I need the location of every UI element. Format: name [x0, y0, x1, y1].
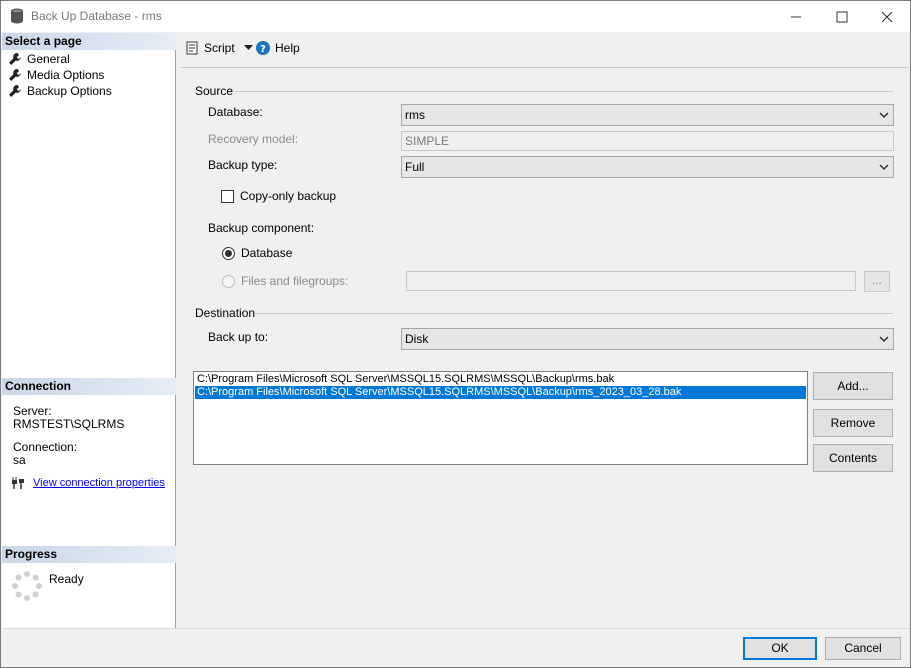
- recovery-model-field: SIMPLE: [401, 131, 894, 151]
- progress-status: Ready: [49, 572, 84, 586]
- copy-only-label: Copy-only backup: [240, 189, 337, 203]
- backup-database-dialog: Back Up Database - rms Select a page Gen…: [0, 0, 911, 668]
- progress-spinner-icon: [12, 571, 42, 601]
- window-title: Back Up Database - rms: [31, 9, 162, 23]
- page-item-label: Media Options: [27, 68, 105, 82]
- radio-button[interactable]: [222, 246, 235, 260]
- destination-file-list[interactable]: C:\Program Files\Microsoft SQL Server\MS…: [193, 371, 808, 465]
- page-item-general[interactable]: General: [8, 51, 70, 67]
- footer-divider: [2, 628, 910, 629]
- script-button[interactable]: Script: [185, 39, 253, 57]
- left-pane: Select a page General Media Options Back…: [2, 33, 176, 628]
- connection-header: Connection: [2, 378, 176, 395]
- back-up-to-value: Disk: [405, 332, 429, 346]
- database-icon: [10, 8, 24, 27]
- add-button[interactable]: Add...: [813, 372, 893, 400]
- destination-divider: [255, 313, 893, 314]
- cancel-button[interactable]: Cancel: [825, 637, 901, 660]
- chevron-down-icon: [875, 329, 893, 349]
- general-page: Source Database: rms Recovery model: SIM…: [178, 69, 910, 627]
- svg-text:?: ?: [260, 44, 266, 55]
- page-item-media-options[interactable]: Media Options: [8, 67, 104, 83]
- connection-plug-icon: [12, 477, 24, 489]
- backup-type-label: Backup type:: [208, 158, 278, 172]
- help-label: Help: [275, 41, 300, 55]
- server-value: RMSTEST\SQLRMS: [13, 417, 125, 431]
- maximize-button[interactable]: [819, 1, 865, 32]
- connection-label: Connection:: [13, 440, 78, 454]
- component-database-label: Database: [241, 246, 293, 260]
- page-item-backup-options[interactable]: Backup Options: [8, 83, 112, 99]
- wrench-icon: [9, 85, 21, 97]
- filegroups-field: [406, 271, 856, 291]
- title-bar: Back Up Database - rms: [1, 1, 910, 32]
- checkbox-box[interactable]: [221, 189, 234, 203]
- toolbar: Script ? Help: [177, 33, 910, 63]
- help-button[interactable]: ? Help: [256, 39, 300, 57]
- back-up-to-combo[interactable]: Disk: [401, 328, 894, 350]
- radio-button[interactable]: [222, 274, 235, 288]
- backup-type-combo[interactable]: Full: [401, 156, 894, 178]
- source-divider: [235, 91, 893, 92]
- contents-button[interactable]: Contents: [813, 444, 893, 472]
- select-page-header: Select a page: [2, 33, 176, 50]
- script-icon: [186, 41, 198, 55]
- toolbar-divider: [181, 67, 909, 68]
- script-label: Script: [204, 41, 235, 55]
- page-item-label: Backup Options: [27, 84, 112, 98]
- destination-group-label: Destination: [195, 306, 256, 320]
- component-files-label: Files and filegroups:: [241, 274, 349, 288]
- filegroups-browse-button[interactable]: ...: [864, 271, 890, 292]
- component-files-radio[interactable]: Files and filegroups:: [222, 274, 348, 288]
- database-label: Database:: [208, 105, 263, 119]
- view-connection-link[interactable]: View connection properties: [33, 477, 165, 489]
- database-combo[interactable]: rms: [401, 104, 894, 126]
- database-value: rms: [405, 108, 425, 122]
- progress-header: Progress: [2, 546, 176, 563]
- copy-only-checkbox[interactable]: Copy-only backup: [221, 189, 336, 203]
- connection-value: sa: [13, 453, 26, 467]
- component-database-radio[interactable]: Database: [222, 246, 292, 260]
- page-item-label: General: [27, 52, 70, 66]
- list-item[interactable]: C:\Program Files\Microsoft SQL Server\MS…: [195, 386, 806, 399]
- backup-type-value: Full: [405, 160, 425, 174]
- backup-component-label: Backup component:: [208, 221, 315, 235]
- help-icon: ?: [256, 41, 270, 55]
- close-button[interactable]: [864, 1, 910, 32]
- chevron-down-icon: [875, 157, 893, 177]
- ok-button[interactable]: OK: [743, 637, 817, 660]
- list-item[interactable]: C:\Program Files\Microsoft SQL Server\MS…: [195, 373, 806, 386]
- view-connection-properties[interactable]: View connection properties: [11, 476, 165, 490]
- dropdown-arrow-icon[interactable]: [243, 45, 253, 51]
- recovery-model-label: Recovery model:: [208, 132, 299, 146]
- wrench-icon: [9, 53, 21, 65]
- server-label: Server:: [13, 404, 52, 418]
- source-group-label: Source: [195, 84, 234, 98]
- chevron-down-icon: [875, 105, 893, 125]
- remove-button[interactable]: Remove: [813, 409, 893, 437]
- wrench-icon: [9, 69, 21, 81]
- minimize-button[interactable]: [773, 1, 819, 32]
- back-up-to-label: Back up to:: [208, 330, 269, 344]
